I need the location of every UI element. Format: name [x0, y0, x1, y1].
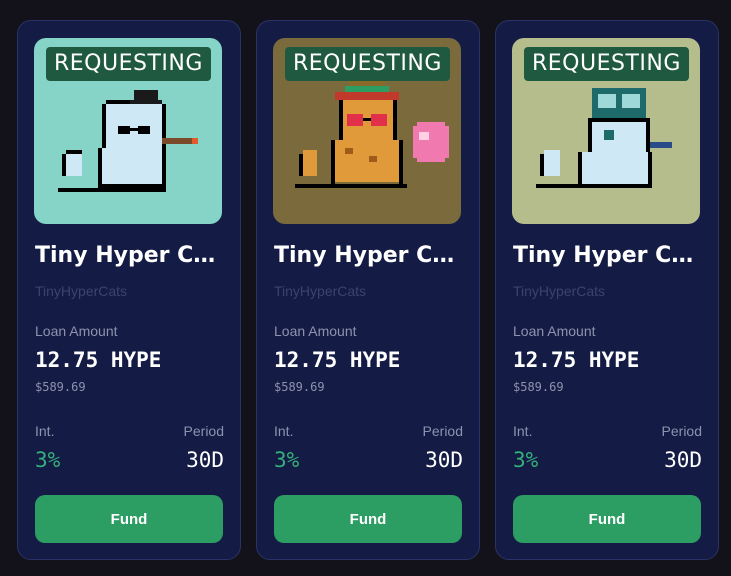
loan-amount-usd: $589.69: [35, 380, 86, 394]
period-value: 30D: [186, 448, 224, 472]
collection-name[interactable]: TinyHyperCats: [35, 283, 127, 299]
status-badge: REQUESTING: [524, 47, 689, 81]
nft-image[interactable]: REQUESTING: [34, 38, 222, 224]
collection-name[interactable]: TinyHyperCats: [274, 283, 366, 299]
period-value: 30D: [664, 448, 702, 472]
loan-card-grid: REQUESTING Tiny Hyper Cats TinyHyperCats…: [0, 0, 731, 576]
fund-button[interactable]: Fund: [513, 495, 701, 543]
period-label: Period: [183, 423, 224, 439]
loan-amount-label: Loan Amount: [513, 323, 596, 339]
collection-name[interactable]: TinyHyperCats: [513, 283, 605, 299]
nft-name: Tiny Hyper Cats: [513, 243, 703, 268]
fund-button[interactable]: Fund: [274, 495, 462, 543]
interest-value: 3%: [513, 448, 539, 472]
status-badge: REQUESTING: [46, 47, 211, 81]
loan-amount-value: 12.75 HYPE: [35, 348, 162, 372]
period-value: 30D: [425, 448, 463, 472]
loan-card[interactable]: REQUESTING Tiny Hyper Cats TinyHyperCats…: [495, 20, 719, 560]
loan-card[interactable]: REQUESTING Tiny Hyper Cats TinyHyperCats…: [256, 20, 480, 560]
period-label: Period: [422, 423, 463, 439]
loan-amount-value: 12.75 HYPE: [513, 348, 640, 372]
interest-value: 3%: [274, 448, 300, 472]
loan-amount-value: 12.75 HYPE: [274, 348, 401, 372]
nft-image[interactable]: REQUESTING: [512, 38, 700, 224]
loan-card[interactable]: REQUESTING Tiny Hyper Cats TinyHyperCats…: [17, 20, 241, 560]
period-label: Period: [661, 423, 702, 439]
fund-button[interactable]: Fund: [35, 495, 223, 543]
loan-amount-usd: $589.69: [274, 380, 325, 394]
nft-image[interactable]: REQUESTING: [273, 38, 461, 224]
loan-amount-label: Loan Amount: [35, 323, 118, 339]
interest-label: Int.: [35, 423, 55, 439]
interest-label: Int.: [274, 423, 294, 439]
interest-label: Int.: [513, 423, 533, 439]
status-badge: REQUESTING: [285, 47, 450, 81]
loan-amount-label: Loan Amount: [274, 323, 357, 339]
interest-value: 3%: [35, 448, 61, 472]
loan-amount-usd: $589.69: [513, 380, 564, 394]
nft-name: Tiny Hyper Cats: [35, 243, 225, 268]
nft-name: Tiny Hyper Cats: [274, 243, 464, 268]
